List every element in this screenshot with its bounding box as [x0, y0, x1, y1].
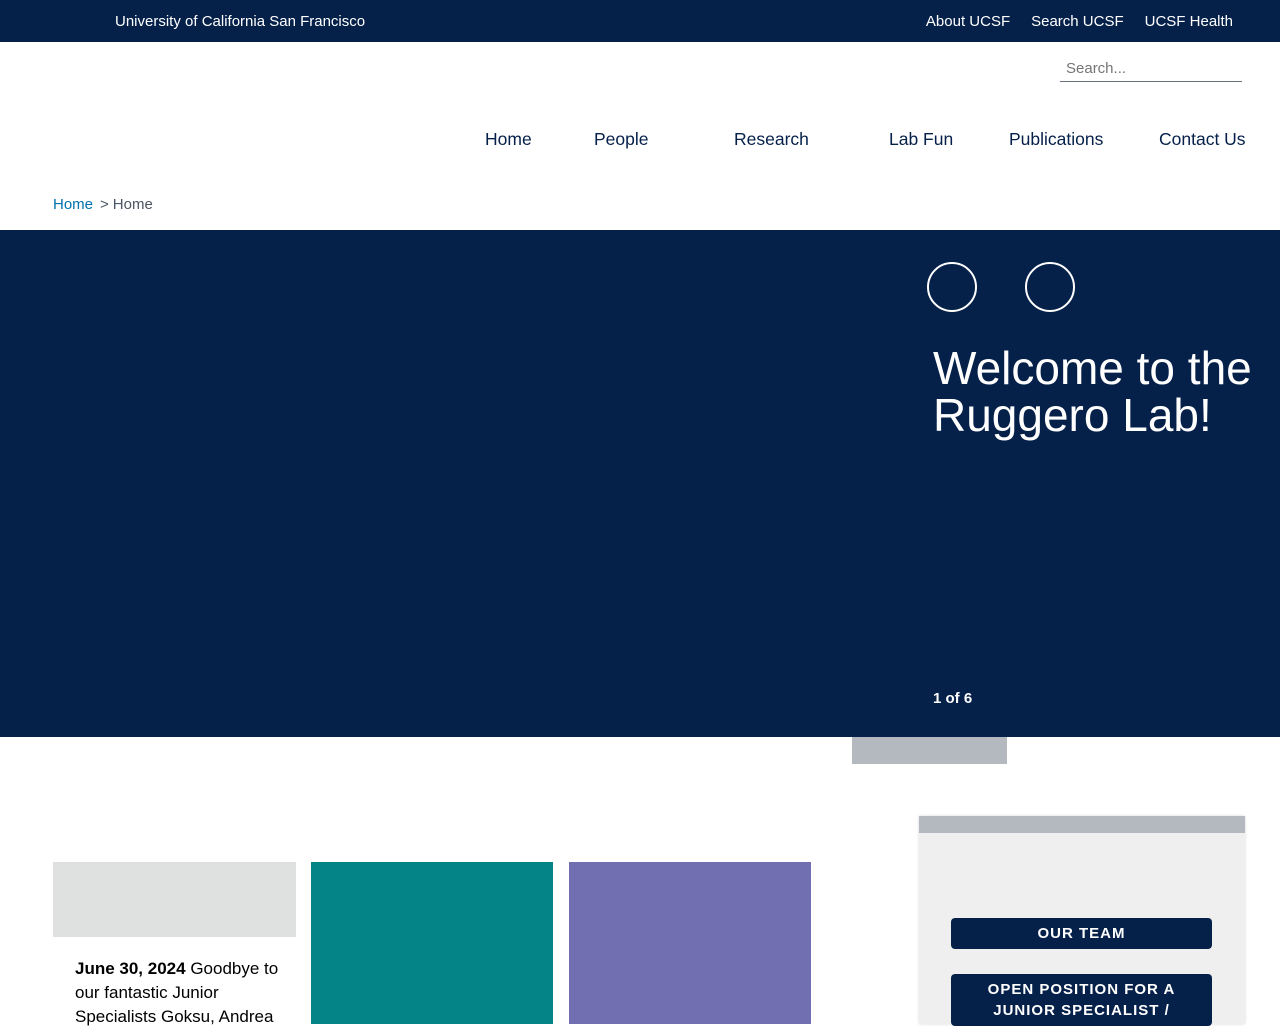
news-card-text: June 30, 2024 Goodbye to our fantastic J…	[75, 957, 280, 1029]
top-bar: University of California San Francisco A…	[0, 0, 1280, 42]
purple-feature-card[interactable]	[569, 862, 811, 1024]
top-links: About UCSF Search UCSF UCSF Health	[926, 13, 1233, 30]
about-ucsf-link[interactable]: About UCSF	[926, 13, 1010, 30]
carousel-tab	[852, 737, 1007, 764]
news-date: June 30, 2024	[75, 959, 186, 978]
nav-item-home[interactable]: Home	[485, 129, 532, 150]
nav-item-contact-us[interactable]: Contact Us	[1159, 129, 1246, 150]
nav-item-lab-fun[interactable]: Lab Fun	[889, 129, 953, 150]
our-team-button[interactable]: OUR TEAM	[951, 918, 1212, 949]
hero-carousel: Welcome to the Ruggero Lab! 1 of 6	[0, 230, 1280, 737]
nav-item-people[interactable]: People	[594, 129, 649, 150]
breadcrumb-separator: >	[100, 196, 109, 213]
slide-counter: 1 of 6	[933, 690, 973, 707]
hero-title: Welcome to the Ruggero Lab!	[933, 342, 1252, 441]
search-input[interactable]	[1060, 56, 1242, 82]
news-card-image	[53, 862, 296, 937]
sidebar-panel: OUR TEAM OPEN POSITION FOR A JUNIOR SPEC…	[919, 816, 1245, 1026]
teal-feature-card[interactable]	[311, 862, 553, 1024]
breadcrumb: Home > Home	[53, 196, 153, 213]
carousel-next-button[interactable]	[1025, 262, 1075, 312]
carousel-prev-button[interactable]	[927, 262, 977, 312]
ucsf-brand-link[interactable]: University of California San Francisco	[115, 13, 365, 30]
nav-item-publications[interactable]: Publications	[1009, 129, 1103, 150]
breadcrumb-current: Home	[112, 196, 153, 213]
ucsf-health-link[interactable]: UCSF Health	[1145, 13, 1233, 30]
open-position-button[interactable]: OPEN POSITION FOR A JUNIOR SPECIALIST /	[951, 974, 1212, 1026]
breadcrumb-home-link[interactable]: Home	[53, 196, 93, 213]
sidebar-header-bar	[919, 816, 1245, 833]
nav-item-research[interactable]: Research	[734, 129, 809, 150]
search-ucsf-link[interactable]: Search UCSF	[1031, 13, 1124, 30]
